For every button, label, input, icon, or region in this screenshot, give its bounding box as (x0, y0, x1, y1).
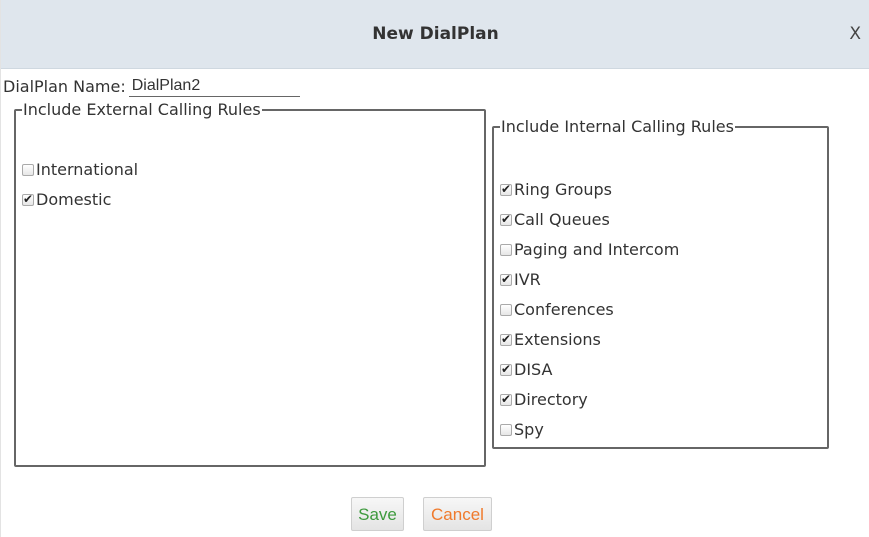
internal-rule-ring-groups[interactable]: Ring Groups (500, 180, 679, 210)
cancel-button[interactable]: Cancel (423, 497, 492, 531)
internal-rule-label: Spy (514, 420, 544, 439)
close-button[interactable]: X (849, 0, 861, 69)
internal-rule-call-queues[interactable]: Call Queues (500, 210, 679, 240)
checkbox[interactable] (500, 391, 512, 407)
internal-rule-label: IVR (514, 270, 541, 289)
external-calling-rules-legend: Include External Calling Rules (23, 100, 261, 119)
internal-rule-disa[interactable]: DISA (500, 360, 679, 390)
dialog-titlebar: New DialPlan X (1, 0, 869, 69)
checkbox[interactable] (500, 361, 512, 377)
checkbox[interactable] (500, 211, 512, 227)
internal-calling-rules-group: Include Internal Calling Rules Ring Grou… (492, 118, 829, 449)
dialog-title: New DialPlan (372, 24, 499, 44)
internal-rule-label: DISA (514, 360, 553, 379)
internal-calling-rules-legend: Include Internal Calling Rules (501, 117, 734, 136)
dialplan-name-label: DialPlan Name: (3, 77, 126, 96)
external-rules-list: International Domestic (22, 160, 138, 220)
internal-rule-label: Conferences (514, 300, 614, 319)
internal-rule-directory[interactable]: Directory (500, 390, 679, 420)
dialog-buttons: Save Cancel (1, 497, 869, 531)
new-dialplan-dialog: New DialPlan X DialPlan Name: Include Ex… (0, 0, 869, 537)
external-rule-domestic[interactable]: Domestic (22, 190, 138, 220)
dialplan-name-row: DialPlan Name: (3, 76, 300, 98)
external-rule-label: Domestic (36, 190, 112, 209)
checkbox[interactable] (500, 271, 512, 287)
checkbox[interactable] (500, 424, 512, 436)
external-rule-international[interactable]: International (22, 160, 138, 190)
internal-rule-spy[interactable]: Spy (500, 420, 679, 450)
checkbox[interactable] (500, 244, 512, 256)
internal-rule-label: Call Queues (514, 210, 610, 229)
internal-rule-label: Ring Groups (514, 180, 612, 199)
dialplan-name-input[interactable] (128, 76, 300, 97)
internal-rule-ivr[interactable]: IVR (500, 270, 679, 300)
external-rule-label: International (36, 160, 139, 179)
checkbox[interactable] (22, 191, 34, 207)
internal-rule-label: Paging and Intercom (514, 240, 680, 259)
internal-rule-label: Directory (514, 390, 588, 409)
internal-rule-paging-intercom[interactable]: Paging and Intercom (500, 240, 679, 270)
internal-rule-conferences[interactable]: Conferences (500, 300, 679, 330)
checkbox[interactable] (500, 304, 512, 316)
internal-rules-list: Ring Groups Call Queues Paging and Inter… (500, 180, 679, 450)
external-calling-rules-group: Include External Calling Rules Internati… (14, 101, 486, 467)
checkbox[interactable] (500, 181, 512, 197)
checkbox[interactable] (500, 331, 512, 347)
save-button[interactable]: Save (351, 497, 404, 531)
internal-rule-label: Extensions (514, 330, 601, 349)
checkbox[interactable] (22, 164, 34, 176)
internal-rule-extensions[interactable]: Extensions (500, 330, 679, 360)
